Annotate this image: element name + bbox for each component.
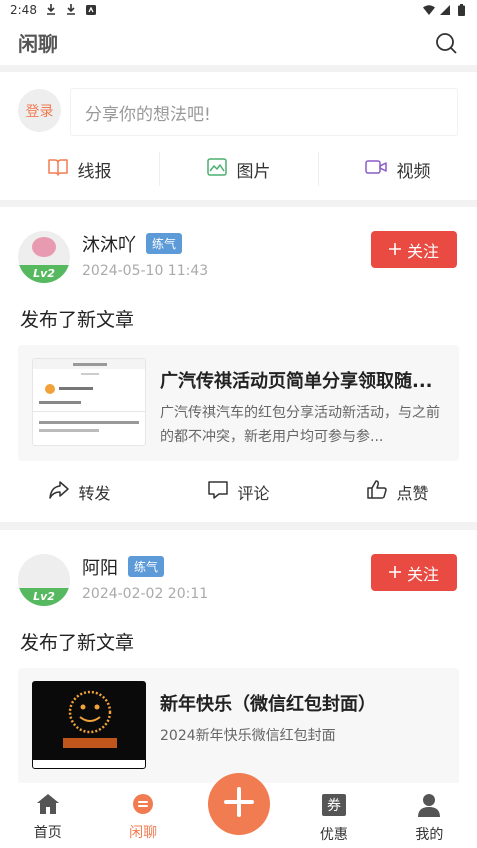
login-button[interactable]: 登录 <box>18 89 61 132</box>
share-icon <box>48 480 70 504</box>
nav-create <box>191 773 286 848</box>
search-icon[interactable] <box>433 30 459 56</box>
comment-icon <box>207 480 229 504</box>
nav-chat[interactable]: 闲聊 <box>95 783 190 848</box>
nav-home-label: 首页 <box>33 825 62 841</box>
nav-home[interactable]: 首页 <box>0 783 95 848</box>
post-link-button[interactable]: 线报 <box>0 148 159 190</box>
author-name[interactable]: 阿阳 <box>82 554 118 580</box>
create-post-button[interactable] <box>207 773 270 835</box>
signal-icon <box>439 4 451 16</box>
battery-icon <box>455 4 467 16</box>
post-card: Lv2 阿阳 练气 2024-02-02 20:11 关注 发布了新文章 新年快… <box>0 530 477 783</box>
user-icon <box>417 793 441 821</box>
svg-text:券: 券 <box>327 798 341 814</box>
article-title: 广汽传祺活动页简单分享领取随... <box>160 371 433 392</box>
plus-icon <box>388 563 401 582</box>
post-link-label: 线报 <box>77 161 112 182</box>
avatar[interactable]: Lv2 <box>18 554 70 606</box>
post-image-button[interactable]: 图片 <box>159 148 318 190</box>
post-card: Lv2 沐沐吖 练气 2024-05-10 11:43 关注 发布了新文章 广汽… <box>0 207 477 522</box>
composer-actions: 线报 图片 视频 <box>0 148 477 190</box>
bottom-nav: 首页 闲聊 券 优惠 我的 <box>0 773 477 848</box>
app-header: 闲聊 <box>0 20 477 65</box>
article-description: 2024新年快乐微信红包封面 <box>160 728 336 744</box>
download-icon <box>45 4 57 16</box>
nav-deals[interactable]: 券 优惠 <box>286 783 381 848</box>
follow-button[interactable]: 关注 <box>371 231 457 268</box>
rank-badge: 练气 <box>146 233 183 254</box>
status-time: 2:48 <box>10 3 37 17</box>
page-title: 闲聊 <box>18 32 58 56</box>
chat-icon <box>131 793 155 819</box>
section-divider <box>0 65 477 72</box>
wifi-icon <box>423 4 435 16</box>
section-divider <box>0 200 477 207</box>
level-badge: Lv2 <box>18 588 70 606</box>
status-bar: 2:48 <box>0 0 477 20</box>
level-badge: Lv2 <box>18 265 70 283</box>
post-actions: 转发 评论 点赞 <box>0 477 477 507</box>
post-text: 发布了新文章 <box>20 632 135 654</box>
share-label: 转发 <box>78 484 111 503</box>
follow-label: 关注 <box>406 564 439 584</box>
share-button[interactable]: 转发 <box>0 477 159 507</box>
post-time: 2024-02-02 20:11 <box>82 586 209 602</box>
post-image-label: 图片 <box>236 161 271 182</box>
comment-label: 评论 <box>237 484 270 503</box>
post-video-label: 视频 <box>396 161 431 182</box>
article-card[interactable]: 广汽传祺活动页简单分享领取随... 广汽传祺汽车的红包分享活动新活动，与之前的都… <box>18 345 459 461</box>
article-card[interactable]: 新年快乐（微信红包封面） 2024新年快乐微信红包封面 <box>18 668 459 783</box>
post-video-button[interactable]: 视频 <box>318 148 477 190</box>
comment-button[interactable]: 评论 <box>159 477 318 507</box>
article-title: 新年快乐（微信红包封面） <box>160 694 376 715</box>
nav-deals-label: 优惠 <box>319 827 348 843</box>
video-icon <box>364 158 387 181</box>
section-divider <box>0 522 477 530</box>
article-thumbnail <box>32 681 146 769</box>
app-notification-icon <box>85 4 97 16</box>
rank-badge: 练气 <box>128 556 165 577</box>
download-icon <box>65 4 77 16</box>
like-button[interactable]: 点赞 <box>318 477 477 507</box>
post-time: 2024-05-10 11:43 <box>82 263 209 279</box>
follow-button[interactable]: 关注 <box>371 554 457 591</box>
coupon-icon: 券 <box>321 793 347 821</box>
article-thumbnail <box>32 358 146 446</box>
image-icon <box>206 157 227 181</box>
composer: 登录 分享你的想法吧! 线报 图片 视频 <box>0 72 477 202</box>
plus-icon <box>388 240 401 259</box>
nav-profile-label: 我的 <box>415 827 444 843</box>
avatar-image <box>32 237 56 257</box>
follow-label: 关注 <box>406 241 439 261</box>
like-label: 点赞 <box>396 484 429 503</box>
article-description: 广汽传祺汽车的红包分享活动新活动，与之前的都不冲突，新老用户均可参与参... <box>160 405 440 445</box>
thumbs-up-icon <box>366 480 388 504</box>
book-icon <box>47 158 68 181</box>
avatar[interactable]: Lv2 <box>18 231 70 283</box>
nav-profile[interactable]: 我的 <box>382 783 477 848</box>
author-name[interactable]: 沐沐吖 <box>82 231 136 257</box>
nav-chat-label: 闲聊 <box>129 825 158 841</box>
post-input[interactable]: 分享你的想法吧! <box>70 88 458 136</box>
home-icon <box>36 793 60 819</box>
plus-icon <box>223 787 254 821</box>
post-text: 发布了新文章 <box>20 309 135 331</box>
